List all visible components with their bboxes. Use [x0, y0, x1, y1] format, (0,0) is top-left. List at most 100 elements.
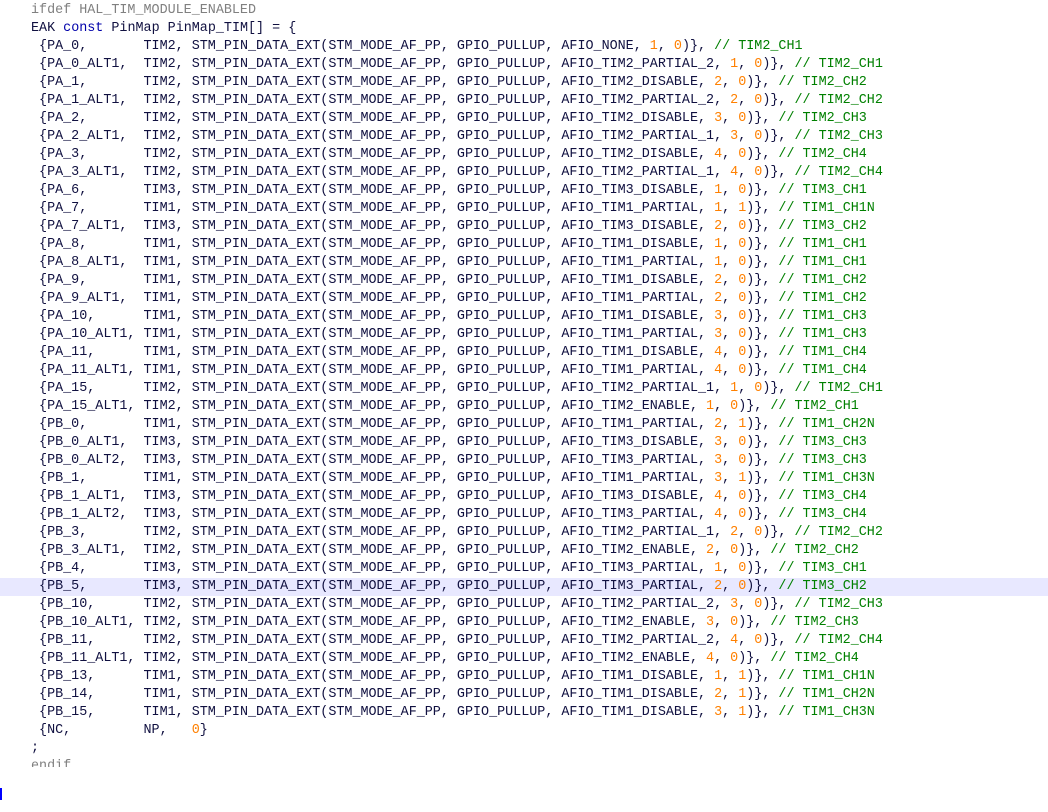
pinmap-entry: {PB_0, TIM1, STM_PIN_DATA_EXT(STM_MODE_A…	[31, 416, 875, 434]
channel-comment: // TIM2_CH1	[770, 399, 859, 414]
separator: ,	[714, 399, 731, 414]
pinmap-entry: {PB_13, TIM1, STM_PIN_DATA_EXT(STM_MODE_…	[31, 668, 875, 686]
pinmap-row: {PB_0_ALT2, TIM3, STM_PIN_DATA_EXT(STM_M…	[0, 452, 1048, 470]
pinmap-row: {PB_1_ALT1, TIM3, STM_PIN_DATA_EXT(STM_M…	[0, 488, 1048, 506]
pull-value: GPIO_PULLUP,	[456, 291, 562, 306]
pinmap-row: {PB_13, TIM1, STM_PIN_DATA_EXT(STM_MODE_…	[0, 668, 1048, 686]
pinmap-row: {PA_0, TIM2, STM_PIN_DATA_EXT(STM_MODE_A…	[0, 38, 1048, 56]
pinmap-entry: {PA_10_ALT1, TIM1, STM_PIN_DATA_EXT(STM_…	[31, 326, 867, 344]
mode-value: STM_MODE_AF_PP,	[328, 291, 457, 306]
separator: ,	[722, 471, 739, 486]
pinmap-row: {PA_7, TIM1, STM_PIN_DATA_EXT(STM_MODE_A…	[0, 200, 1048, 218]
pinmap-row: {PA_3, TIM2, STM_PIN_DATA_EXT(STM_MODE_A…	[0, 146, 1048, 164]
pin-name: PB_0,	[47, 417, 144, 432]
separator: ,	[722, 507, 739, 522]
pull-value: GPIO_PULLUP,	[456, 147, 562, 162]
mode-value: STM_MODE_AF_PP,	[328, 309, 457, 324]
mode-value: STM_MODE_AF_PP,	[328, 687, 457, 702]
pinmap-entry: {PA_0_ALT1, TIM2, STM_PIN_DATA_EXT(STM_M…	[31, 56, 883, 74]
separator: ,	[722, 309, 739, 324]
brace-open: {	[31, 687, 48, 702]
timer-name: TIM3,	[143, 435, 192, 450]
separator: ,	[722, 255, 739, 270]
pinmap-row: {PB_11_ALT1, TIM2, STM_PIN_DATA_EXT(STM_…	[0, 650, 1048, 668]
brace-close: )},	[746, 345, 779, 360]
timer-name: TIM1,	[143, 345, 192, 360]
ifdef-directive: ifdef HAL_TIM_MODULE_ENABLED	[31, 3, 256, 18]
pinmap-entry: {PB_15, TIM1, STM_PIN_DATA_EXT(STM_MODE_…	[31, 704, 875, 722]
pinmap-row: {PA_15_ALT1, TIM2, STM_PIN_DATA_EXT(STM_…	[0, 398, 1048, 416]
inverted-flag: 0	[730, 615, 739, 630]
timer-name: TIM1,	[143, 687, 192, 702]
pull-value: GPIO_PULLUP,	[456, 273, 562, 288]
pin-name: PA_9_ALT1,	[47, 291, 144, 306]
macro-name: STM_PIN_DATA_EXT(	[191, 201, 329, 216]
code-editor[interactable]: ifdef HAL_TIM_MODULE_ENABLED EAK const P…	[0, 0, 1048, 800]
brace-open: {	[31, 363, 48, 378]
separator: ,	[738, 597, 755, 612]
macro-name: STM_PIN_DATA_EXT(	[191, 399, 329, 414]
pull-value: GPIO_PULLUP,	[456, 165, 562, 180]
pin-name: PB_14,	[47, 687, 144, 702]
pin-name: PA_10,	[47, 309, 144, 324]
mode-value: STM_MODE_AF_PP,	[328, 489, 457, 504]
pinmap-entry: {PA_2, TIM2, STM_PIN_DATA_EXT(STM_MODE_A…	[31, 110, 867, 128]
pinmap-row: {PA_1_ALT1, TIM2, STM_PIN_DATA_EXT(STM_M…	[0, 92, 1048, 110]
pin-name: PB_10_ALT1,	[47, 615, 144, 630]
pull-value: GPIO_PULLUP,	[456, 471, 562, 486]
closing-semicolon: ;	[31, 741, 40, 756]
timer-name: TIM3,	[143, 579, 192, 594]
brace-open: {	[31, 399, 48, 414]
brace-open: {	[31, 471, 48, 486]
mode-value: STM_MODE_AF_PP,	[328, 93, 457, 108]
channel-number: 2	[714, 75, 723, 90]
channel-comment: // TIM1_CH2	[778, 291, 867, 306]
channel-comment: // TIM3_CH4	[778, 507, 867, 522]
mode-value: STM_MODE_AF_PP,	[328, 57, 457, 72]
mode-value: STM_MODE_AF_PP,	[328, 453, 457, 468]
timer-name: TIM2,	[143, 615, 192, 630]
pinmap-entry: {PB_10, TIM2, STM_PIN_DATA_EXT(STM_MODE_…	[31, 596, 883, 614]
channel-comment: // TIM1_CH1N	[778, 669, 875, 684]
timer-name: TIM1,	[143, 705, 192, 720]
pinmap-entry: {PA_8, TIM1, STM_PIN_DATA_EXT(STM_MODE_A…	[31, 236, 867, 254]
channel-number: 2	[730, 93, 739, 108]
pinmap-entry: {PB_11, TIM2, STM_PIN_DATA_EXT(STM_MODE_…	[31, 632, 883, 650]
pinmap-entry: {PA_0, TIM2, STM_PIN_DATA_EXT(STM_MODE_A…	[31, 38, 803, 56]
pull-value: GPIO_PULLUP,	[456, 309, 562, 324]
channel-comment: // TIM2_CH2	[770, 543, 859, 558]
brace-close: )},	[746, 417, 779, 432]
separator: ,	[714, 615, 731, 630]
timer-name: TIM1,	[143, 363, 192, 378]
timer-name: TIM1,	[143, 309, 192, 324]
timer-name: TIM1,	[143, 417, 192, 432]
separator: ,	[738, 165, 755, 180]
brace-close: )},	[762, 93, 795, 108]
channel-comment: // TIM3_CH3	[778, 435, 867, 450]
separator: ,	[738, 633, 755, 648]
macro-name: STM_PIN_DATA_EXT(	[191, 183, 329, 198]
channel-comment: // TIM1_CH2N	[778, 687, 875, 702]
channel-number: 1	[714, 237, 723, 252]
timer-name: TIM1,	[143, 669, 192, 684]
mode-value: STM_MODE_AF_PP,	[328, 543, 457, 558]
pinmap-row: {PB_10_ALT1, TIM2, STM_PIN_DATA_EXT(STM_…	[0, 614, 1048, 632]
pinmap-row: {PA_8, TIM1, STM_PIN_DATA_EXT(STM_MODE_A…	[0, 236, 1048, 254]
brace-open: {	[31, 237, 48, 252]
pull-value: GPIO_PULLUP,	[456, 237, 562, 252]
macro-name: STM_PIN_DATA_EXT(	[191, 273, 329, 288]
afio-value: AFIO_TIM2_ENABLE,	[561, 615, 707, 630]
mode-value: STM_MODE_AF_PP,	[328, 435, 457, 450]
timer-name: TIM3,	[143, 507, 192, 522]
pin-name: PA_11_ALT1,	[47, 363, 144, 378]
pinmap-row: {PA_0_ALT1, TIM2, STM_PIN_DATA_EXT(STM_M…	[0, 56, 1048, 74]
afio-value: AFIO_TIM3_PARTIAL,	[561, 507, 715, 522]
pinmap-entry: {PA_3_ALT1, TIM2, STM_PIN_DATA_EXT(STM_M…	[31, 164, 883, 182]
channel-number: 1	[649, 39, 658, 54]
separator: ,	[722, 561, 739, 576]
afio-value: AFIO_TIM1_PARTIAL,	[561, 327, 715, 342]
macro-name: STM_PIN_DATA_EXT(	[191, 75, 329, 90]
mode-value: STM_MODE_AF_PP,	[328, 129, 457, 144]
mode-value: STM_MODE_AF_PP,	[328, 579, 457, 594]
macro-name: STM_PIN_DATA_EXT(	[191, 219, 329, 234]
